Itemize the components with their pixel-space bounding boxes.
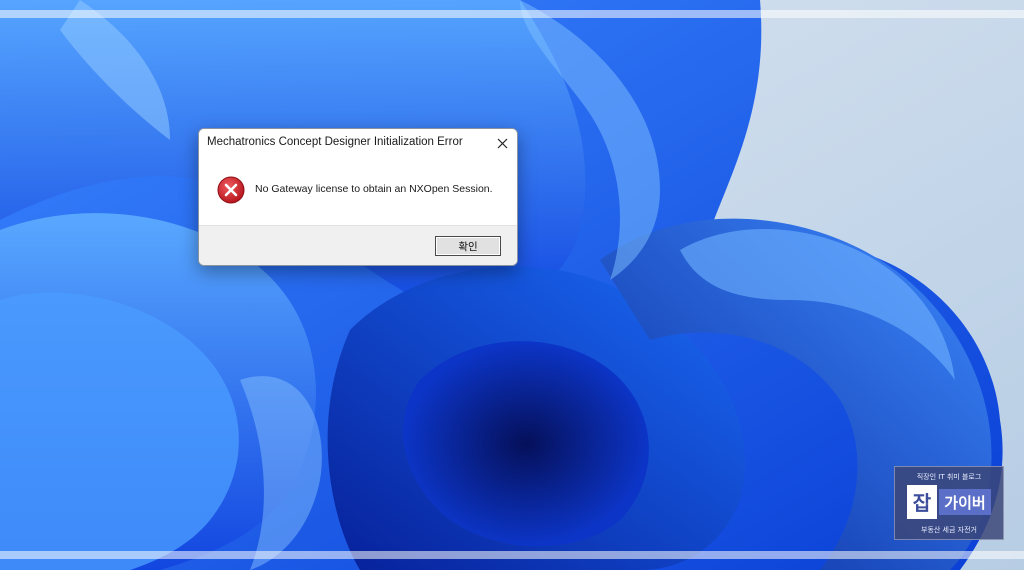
ok-button[interactable]: 확인 — [435, 236, 501, 256]
close-icon — [497, 138, 507, 148]
error-message: No Gateway license to obtain an NXOpen S… — [255, 183, 493, 195]
dialog-content: No Gateway license to obtain an NXOpen S… — [199, 157, 517, 225]
top-light-band — [0, 10, 1024, 18]
error-dialog: Mechatronics Concept Designer Initializa… — [198, 128, 518, 266]
error-icon — [217, 176, 245, 204]
watermark-logo-side: 가이버 — [944, 494, 985, 512]
wallpaper-bloom — [0, 0, 1024, 570]
watermark-badge: 직장인 IT 취미 블로그 잡 가이버 부동산 세금 자전거 — [894, 466, 1004, 540]
watermark-logo: 잡 가이버 — [907, 485, 991, 519]
desktop: Mechatronics Concept Designer Initializa… — [0, 0, 1024, 570]
dialog-footer: 확인 — [199, 225, 517, 265]
close-button[interactable] — [487, 129, 517, 157]
dialog-titlebar[interactable]: Mechatronics Concept Designer Initializa… — [199, 129, 517, 157]
watermark-top-text: 직장인 IT 취미 블로그 — [916, 473, 982, 481]
watermark-logo-main: 잡 — [913, 491, 932, 515]
watermark-bottom-text: 부동산 세금 자전거 — [921, 526, 977, 534]
bottom-light-band — [0, 551, 1024, 559]
dialog-title: Mechatronics Concept Designer Initializa… — [207, 136, 463, 148]
